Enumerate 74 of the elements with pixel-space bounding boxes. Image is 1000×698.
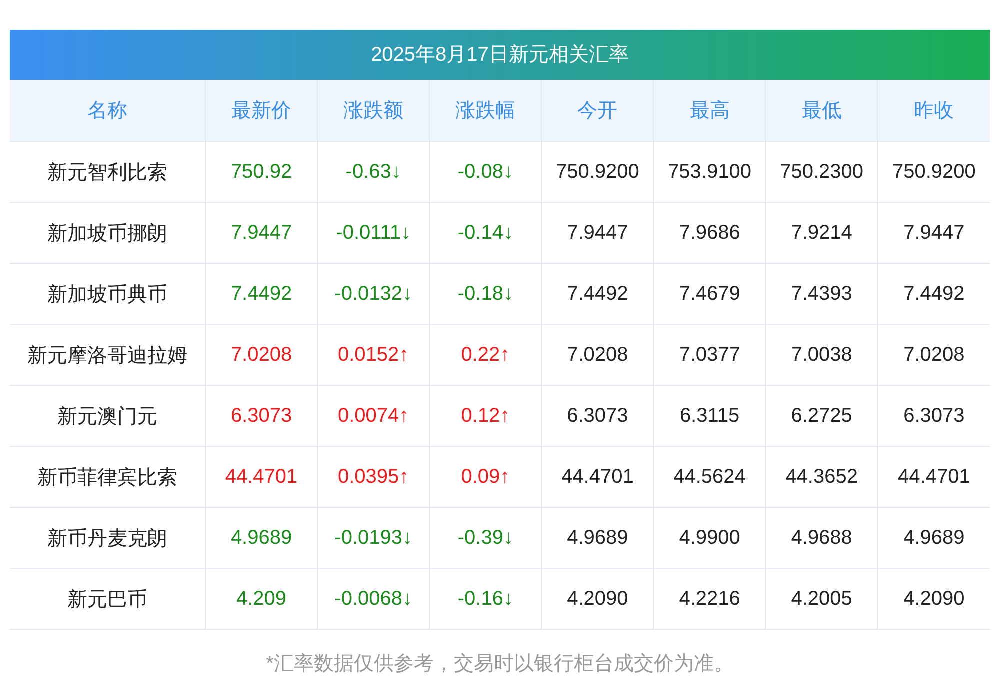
table-cell: 新元摩洛哥迪拉姆	[10, 324, 206, 386]
table-cell: -0.0068↓	[318, 568, 430, 630]
table-cell: 750.9200	[542, 142, 654, 202]
column-header: 最高	[654, 80, 766, 142]
table-cell: 7.9447	[878, 202, 990, 264]
table-cell: 6.2725	[766, 386, 878, 446]
table-cell: 4.2090	[542, 568, 654, 630]
table-cell: 44.4701	[542, 446, 654, 508]
column-header: 名称	[10, 80, 206, 142]
table-cell: 4.9688	[766, 508, 878, 568]
table-cell: 新元巴币	[10, 568, 206, 630]
table-cell: 4.9689	[878, 508, 990, 568]
table-cell: 7.9214	[766, 202, 878, 264]
column-header: 昨收	[878, 80, 990, 142]
table-cell: 6.3073	[542, 386, 654, 446]
table-cell: 7.4492	[206, 264, 318, 324]
table-cell: 0.0074↑	[318, 386, 430, 446]
column-header: 最新价	[206, 80, 318, 142]
table-cell: 7.0208	[878, 324, 990, 386]
table-cell: 0.09↑	[430, 446, 542, 508]
table-cell: 4.9900	[654, 508, 766, 568]
table-cell: 44.4701	[206, 446, 318, 508]
table-cell: 753.9100	[654, 142, 766, 202]
table-cell: -0.0193↓	[318, 508, 430, 568]
table-cell: 7.4492	[878, 264, 990, 324]
table-cell: 4.9689	[542, 508, 654, 568]
table-cell: 4.9689	[206, 508, 318, 568]
table-title: 2025年8月17日新元相关汇率	[10, 30, 990, 80]
table-cell: 新加坡币挪朗	[10, 202, 206, 264]
table-cell: -0.39↓	[430, 508, 542, 568]
table-cell: 7.9447	[542, 202, 654, 264]
table-cell: -0.08↓	[430, 142, 542, 202]
column-header: 最低	[766, 80, 878, 142]
table-cell: 新元澳门元	[10, 386, 206, 446]
table-cell: 新币丹麦克朗	[10, 508, 206, 568]
table-cell: 7.0208	[542, 324, 654, 386]
table-cell: 750.92	[206, 142, 318, 202]
table-cell: 7.4492	[542, 264, 654, 324]
table-cell: 新元智利比索	[10, 142, 206, 202]
table-cell: 750.2300	[766, 142, 878, 202]
table-cell: -0.0111↓	[318, 202, 430, 264]
table-cell: 0.22↑	[430, 324, 542, 386]
table-cell: -0.18↓	[430, 264, 542, 324]
table-cell: 0.0152↑	[318, 324, 430, 386]
table-cell: 4.2216	[654, 568, 766, 630]
table-cell: 6.3115	[654, 386, 766, 446]
column-header: 涨跌额	[318, 80, 430, 142]
table-cell: 新加坡币典币	[10, 264, 206, 324]
table-cell: 4.2005	[766, 568, 878, 630]
table-cell: 7.4393	[766, 264, 878, 324]
footnote: *汇率数据仅供参考，交易时以银行柜台成交价为准。	[265, 652, 735, 677]
table-cell: -0.16↓	[430, 568, 542, 630]
table-cell: 7.9686	[654, 202, 766, 264]
table-cell: 7.0038	[766, 324, 878, 386]
table-cell: -0.63↓	[318, 142, 430, 202]
table-cell: 0.12↑	[430, 386, 542, 446]
table-cell: 7.9447	[206, 202, 318, 264]
table-cell: 44.5624	[654, 446, 766, 508]
table-cell: 7.0377	[654, 324, 766, 386]
column-header: 今开	[542, 80, 654, 142]
table-cell: 新币菲律宾比索	[10, 446, 206, 508]
table-cell: 7.0208	[206, 324, 318, 386]
table-cell: -0.0132↓	[318, 264, 430, 324]
column-header: 涨跌幅	[430, 80, 542, 142]
table-cell: 4.2090	[878, 568, 990, 630]
table-cell: 6.3073	[206, 386, 318, 446]
table-cell: 7.4679	[654, 264, 766, 324]
table-cell: -0.14↓	[430, 202, 542, 264]
table-cell: 0.0395↑	[318, 446, 430, 508]
table-cell: 750.9200	[878, 142, 990, 202]
table-cell: 4.209	[206, 568, 318, 630]
table-cell: 44.4701	[878, 446, 990, 508]
table-cell: 44.3652	[766, 446, 878, 508]
table-cell: 6.3073	[878, 386, 990, 446]
